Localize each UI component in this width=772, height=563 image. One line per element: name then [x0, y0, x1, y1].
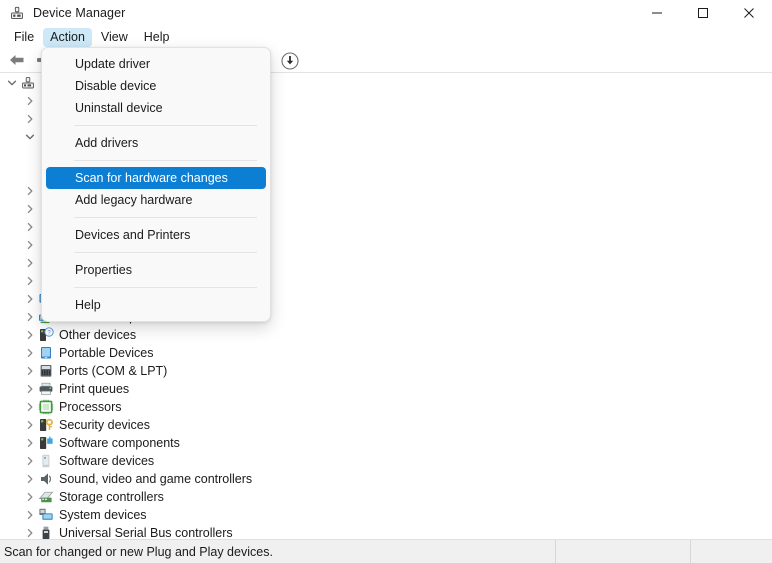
software-device-icon	[38, 453, 54, 469]
speaker-icon	[38, 471, 54, 487]
tree-row-security-devices[interactable]: Security devices	[0, 416, 772, 434]
tree-row-label: Universal Serial Bus controllers	[59, 526, 233, 539]
tree-row-label: Ports (COM & LPT)	[59, 364, 168, 378]
chevron-right-icon[interactable]	[22, 416, 38, 434]
action-menu-popup[interactable]: Update driver Disable device Uninstall d…	[41, 47, 271, 322]
tree-row-label: Print queues	[59, 382, 130, 396]
tree-row-ports[interactable]: Ports (COM & LPT)	[0, 362, 772, 380]
portable-device-icon	[38, 345, 54, 361]
chevron-down-icon[interactable]	[4, 74, 20, 92]
tree-row-software-components[interactable]: Software components	[0, 434, 772, 452]
usb-icon	[38, 525, 54, 539]
menu-separator	[74, 160, 257, 161]
title-bar: Device Manager	[0, 0, 772, 26]
chevron-right-icon[interactable]	[22, 290, 38, 308]
chevron-right-icon[interactable]	[22, 182, 38, 200]
tree-row-label: Software devices	[59, 454, 155, 468]
chevron-right-icon[interactable]	[22, 326, 38, 344]
menu-item-add-drivers[interactable]: Add drivers	[46, 132, 266, 154]
tree-row-label: Security devices	[59, 418, 151, 432]
device-manager-icon	[9, 5, 25, 21]
device-manager-window: Device Manager File Action View Help ? O…	[0, 0, 772, 563]
tree-row-label: Sound, video and game controllers	[59, 472, 253, 486]
computer-icon	[20, 75, 36, 91]
tree-row-other-devices[interactable]: ? Other devices	[0, 326, 772, 344]
status-segment-2	[690, 539, 772, 563]
maximize-button[interactable]	[680, 0, 726, 26]
chevron-right-icon[interactable]	[22, 200, 38, 218]
menu-item-properties[interactable]: Properties	[46, 259, 266, 281]
tree-row-storage-controllers[interactable]: Storage controllers	[0, 488, 772, 506]
menu-separator	[74, 252, 257, 253]
menu-item-scan-for-hardware-changes[interactable]: Scan for hardware changes	[46, 167, 266, 189]
menu-action[interactable]: Action	[43, 27, 92, 47]
tree-row-usb-controllers[interactable]: Universal Serial Bus controllers	[0, 524, 772, 539]
chevron-right-icon[interactable]	[22, 110, 38, 128]
chevron-right-icon[interactable]	[22, 434, 38, 452]
window-title: Device Manager	[33, 6, 126, 20]
menu-item-uninstall-device[interactable]: Uninstall device	[46, 97, 266, 119]
menu-item-disable-device[interactable]: Disable device	[46, 75, 266, 97]
menu-file[interactable]: File	[7, 28, 41, 47]
chevron-right-icon[interactable]	[22, 236, 38, 254]
port-icon	[38, 363, 54, 379]
tree-row-label: Storage controllers	[59, 490, 164, 504]
chevron-right-icon[interactable]	[22, 452, 38, 470]
tree-row-label: Other devices	[59, 328, 137, 342]
processor-icon	[38, 399, 54, 415]
system-device-icon	[38, 507, 54, 523]
tree-row-sound-video-game-controllers[interactable]: Sound, video and game controllers	[0, 470, 772, 488]
chevron-right-icon[interactable]	[22, 218, 38, 236]
chevron-right-icon[interactable]	[22, 272, 38, 290]
chevron-right-icon[interactable]	[22, 362, 38, 380]
tree-row-label: Portable Devices	[59, 346, 154, 360]
menu-view[interactable]: View	[94, 28, 135, 47]
menu-help[interactable]: Help	[137, 28, 177, 47]
status-text: Scan for changed or new Plug and Play de…	[4, 544, 273, 559]
menu-item-update-driver[interactable]: Update driver	[46, 53, 266, 75]
printer-icon	[38, 381, 54, 397]
menu-separator	[74, 287, 257, 288]
other-device-icon: ?	[38, 327, 54, 343]
close-button[interactable]	[726, 0, 772, 26]
tree-row-portable-devices[interactable]: Portable Devices	[0, 344, 772, 362]
menu-separator	[74, 217, 257, 218]
menu-item-help[interactable]: Help	[46, 294, 266, 316]
menu-bar: File Action View Help	[0, 26, 772, 48]
chevron-placeholder-icon	[22, 146, 38, 164]
window-controls	[634, 0, 772, 26]
chevron-right-icon[interactable]	[22, 380, 38, 398]
chevron-down-icon[interactable]	[22, 128, 38, 146]
scan-hardware-icon[interactable]	[278, 50, 302, 72]
chevron-right-icon[interactable]	[22, 308, 38, 326]
tree-row-software-devices[interactable]: Software devices	[0, 452, 772, 470]
back-arrow-icon[interactable]	[5, 49, 29, 71]
chevron-right-icon[interactable]	[22, 254, 38, 272]
tree-row-processors[interactable]: Processors	[0, 398, 772, 416]
chevron-right-icon[interactable]	[22, 506, 38, 524]
tree-row-print-queues[interactable]: Print queues	[0, 380, 772, 398]
software-component-icon	[38, 435, 54, 451]
menu-separator	[74, 125, 257, 126]
minimize-button[interactable]	[634, 0, 680, 26]
chevron-right-icon[interactable]	[22, 470, 38, 488]
status-segment-1	[555, 539, 690, 563]
menu-item-devices-and-printers[interactable]: Devices and Printers	[46, 224, 266, 246]
chevron-right-icon[interactable]	[22, 488, 38, 506]
chevron-right-icon[interactable]	[22, 344, 38, 362]
storage-controller-icon	[38, 489, 54, 505]
tree-row-label: Software components	[59, 436, 180, 450]
tree-row-system-devices[interactable]: System devices	[0, 506, 772, 524]
chevron-right-icon[interactable]	[22, 398, 38, 416]
chevron-placeholder-icon	[22, 164, 38, 182]
security-device-icon	[38, 417, 54, 433]
tree-row-label: System devices	[59, 508, 147, 522]
menu-item-add-legacy-hardware[interactable]: Add legacy hardware	[46, 189, 266, 211]
chevron-right-icon[interactable]	[22, 92, 38, 110]
tree-row-label: Processors	[59, 400, 122, 414]
status-bar: Scan for changed or new Plug and Play de…	[0, 539, 772, 563]
chevron-right-icon[interactable]	[22, 524, 38, 539]
